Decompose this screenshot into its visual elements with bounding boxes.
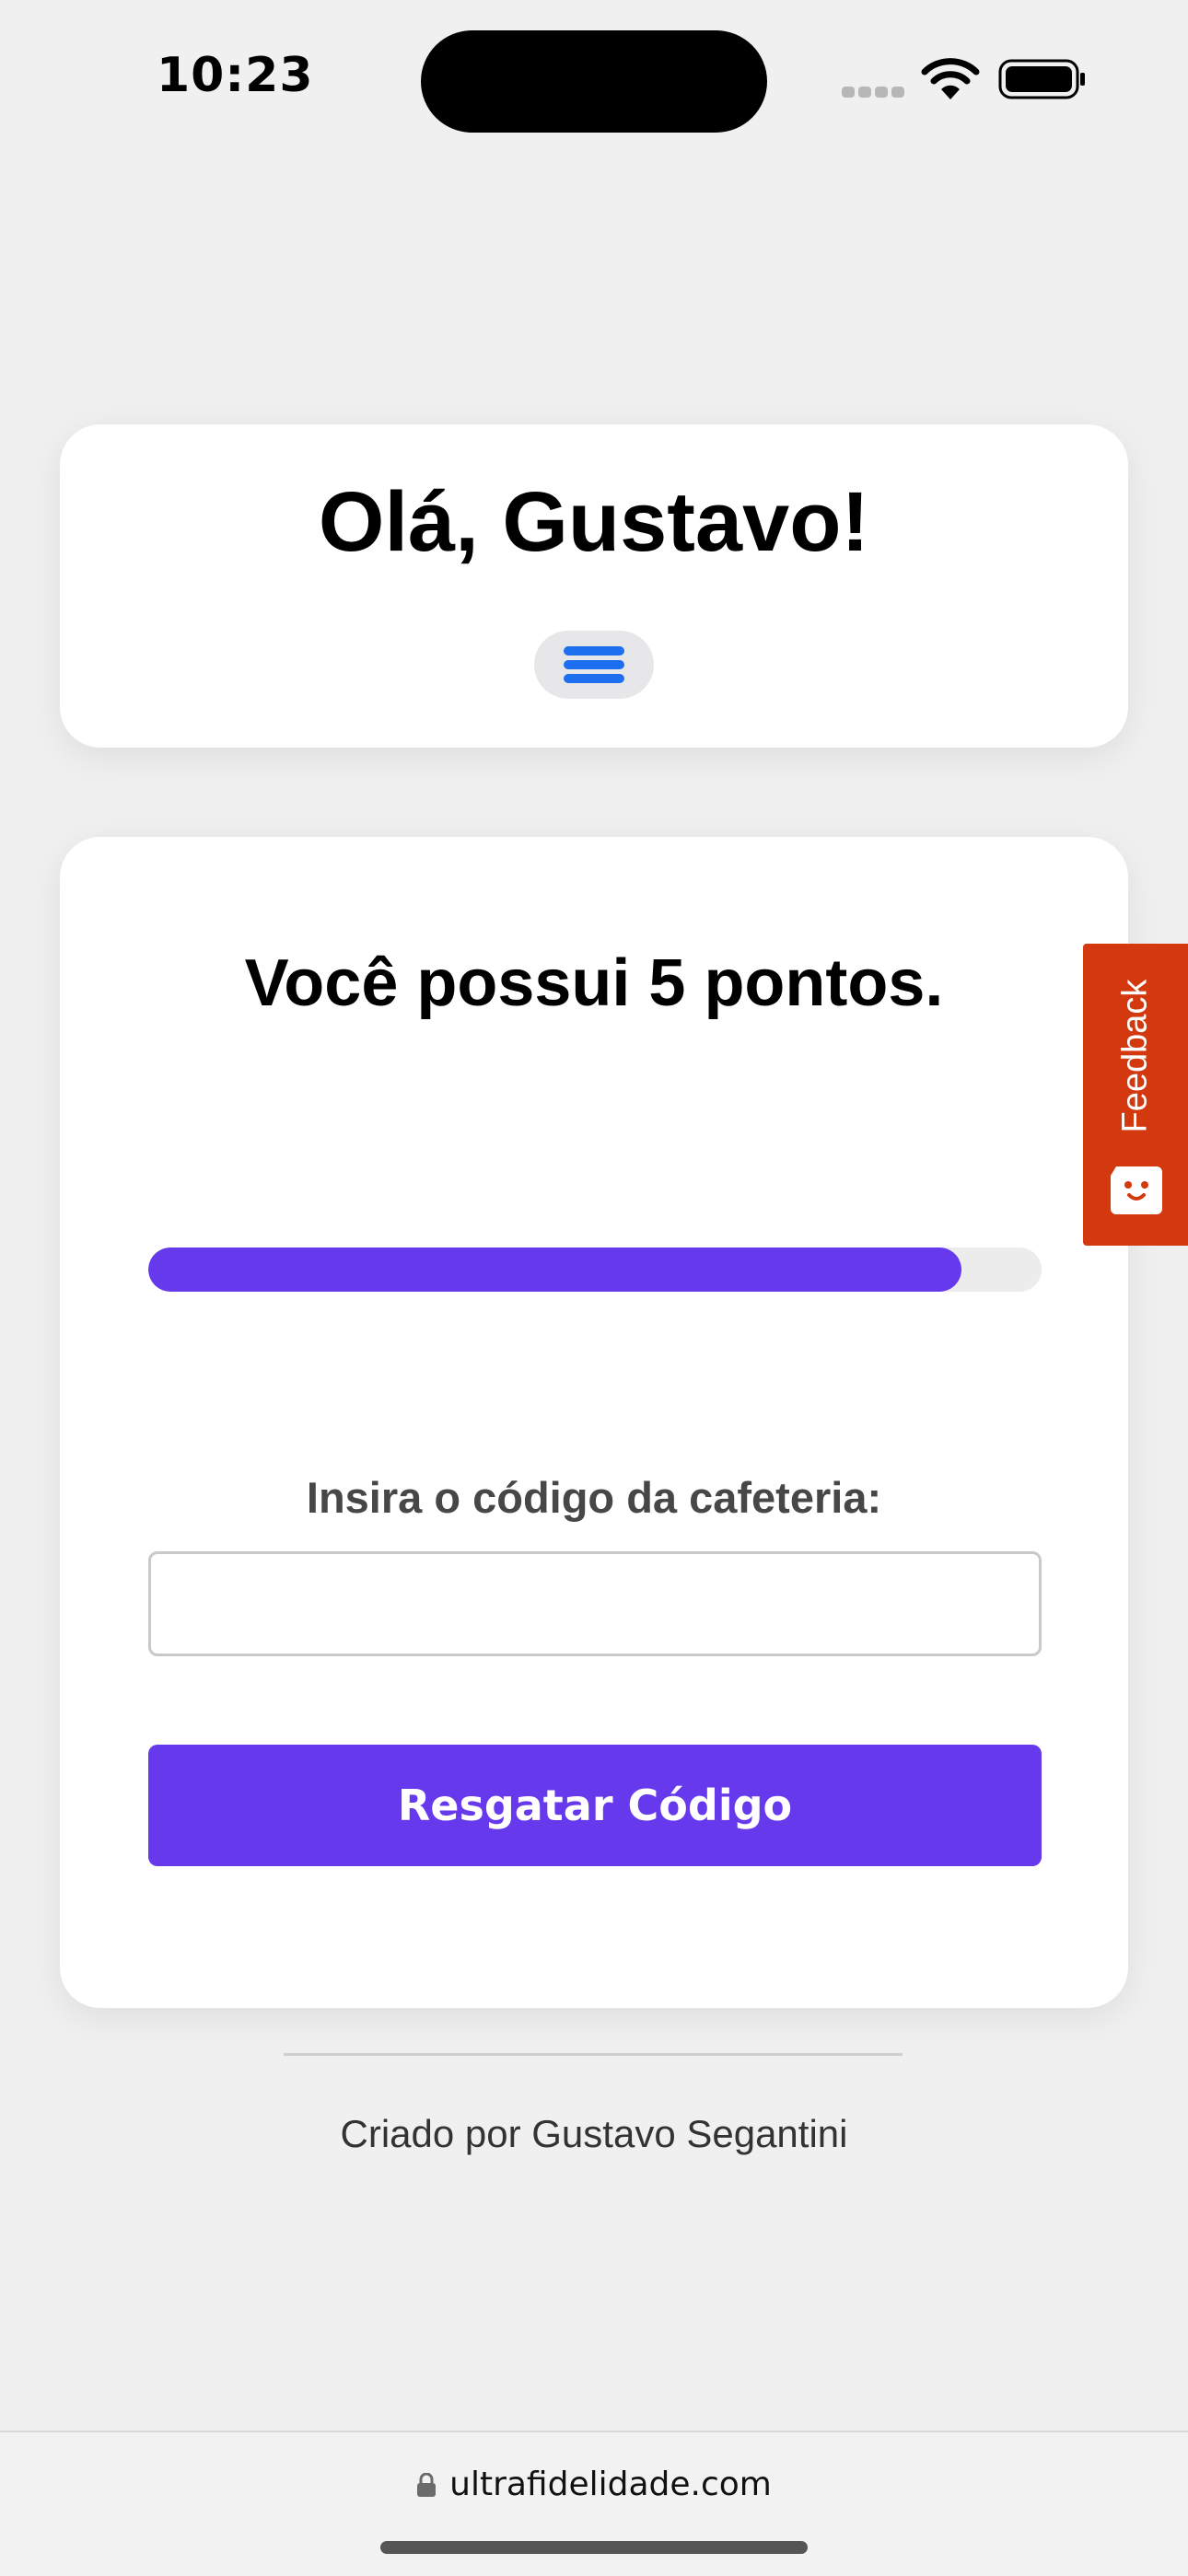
- url-display[interactable]: ultrafidelidade.com: [0, 2466, 1188, 2503]
- points-progress-bar: [148, 1247, 1042, 1292]
- menu-button[interactable]: [534, 631, 654, 699]
- footer-credit: Criado por Gustavo Segantini: [340, 2112, 848, 2155]
- points-card: Você possui 5 pontos. Insira o código da…: [60, 837, 1128, 2008]
- points-message: Você possui 5 pontos.: [244, 946, 944, 1020]
- wifi-icon: [921, 58, 980, 99]
- footer-divider: [284, 2053, 903, 2056]
- home-indicator[interactable]: [380, 2541, 808, 2554]
- url-text: ultrafidelidade.com: [449, 2466, 772, 2503]
- feedback-tab[interactable]: Feedback: [1083, 944, 1188, 1246]
- status-time: 10:23: [157, 48, 314, 103]
- lock-icon: [417, 2473, 437, 2497]
- greeting-title: Olá, Gustavo!: [318, 475, 870, 569]
- browser-address-bar: ultrafidelidade.com: [0, 2431, 1188, 2576]
- code-input[interactable]: [148, 1551, 1042, 1656]
- dynamic-island: [421, 30, 767, 133]
- status-bar: 10:23: [0, 0, 1188, 157]
- cellular-signal-icon: [842, 87, 906, 98]
- feedback-face-icon: [1111, 1166, 1162, 1214]
- code-input-label: Insira o código da cafeteria:: [306, 1473, 882, 1522]
- feedback-label: Feedback: [1115, 979, 1155, 1133]
- header-card: Olá, Gustavo!: [60, 424, 1128, 748]
- redeem-code-button[interactable]: Resgatar Código: [148, 1745, 1042, 1866]
- battery-icon: [998, 59, 1085, 99]
- points-progress-fill: [148, 1247, 961, 1292]
